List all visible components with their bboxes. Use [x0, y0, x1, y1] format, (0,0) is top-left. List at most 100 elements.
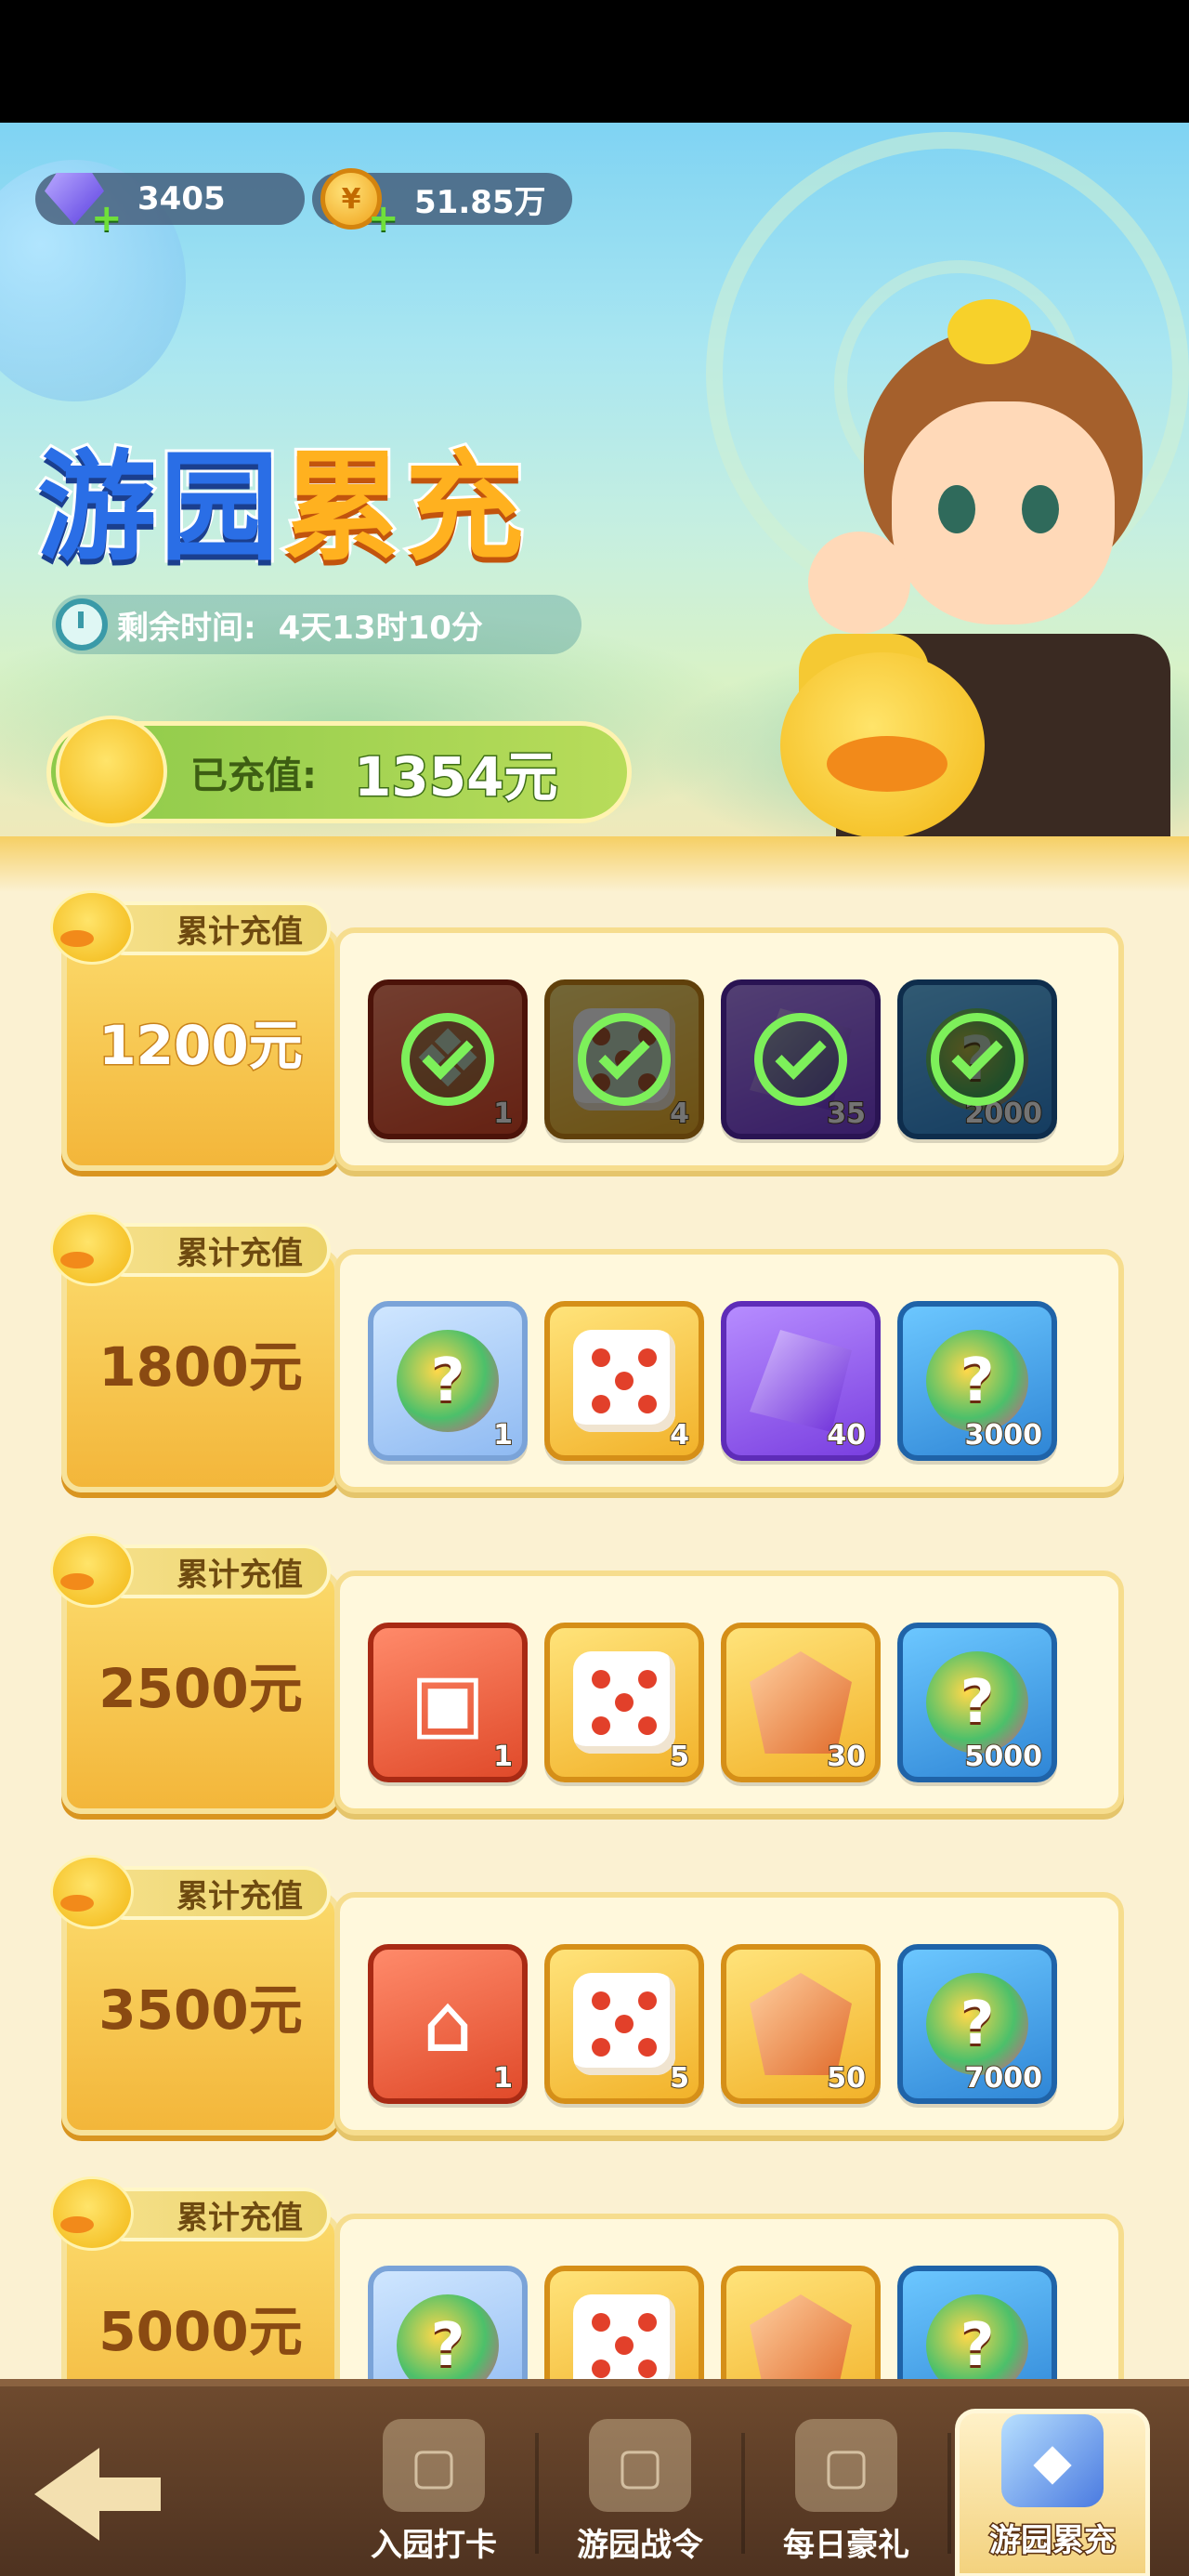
reward-item[interactable]: 5 [544, 1944, 704, 2104]
tab-checkin[interactable]: ▢ 入园打卡 [336, 2409, 531, 2576]
tier-amount: 1200元 [98, 1013, 304, 1079]
tier-amount: 5000元 [98, 2300, 303, 2363]
fire-crystal-icon [750, 1973, 852, 2075]
duck-castle-icon: ⌂ [422, 1978, 474, 2070]
tier-tag-label: 累计充值 [176, 1556, 303, 1594]
reward-quantity: 4 [669, 1097, 690, 1131]
recharge-tier: 5000元 累计充值?? [50, 2176, 1130, 2379]
reward-quantity: 3000 [964, 1418, 1043, 1452]
duck-icon [56, 716, 167, 827]
crystal-pack-icon: ? [397, 1330, 499, 1432]
reward-item[interactable]: ⌂ 1 [368, 1944, 528, 2104]
recharge-gem-icon: ◆ [1001, 2414, 1104, 2507]
gem-counter[interactable]: + 3405 [35, 173, 305, 240]
recharge-tier: 2500元 累计充值 ▣ 1 5 30 ? 5000 [50, 1533, 1130, 1820]
recharge-tier: 3500元 累计充值 ⌂ 1 5 50? 7000 [50, 1855, 1130, 2141]
reward-row: ▣ 1 5 30 ? 5000 [368, 1623, 1057, 1782]
reward-item[interactable]: 50 [721, 1944, 881, 2104]
reward-quantity: 40 [826, 1418, 867, 1452]
claimed-check-icon [931, 1013, 1024, 1106]
reward-quantity: 1 [492, 1097, 514, 1131]
tab-label: 游园累充 [988, 2521, 1117, 2561]
countdown-label: 剩余时间: [117, 609, 256, 647]
character-illustration [669, 299, 1189, 866]
event-title-part2: 累充 [280, 436, 529, 580]
reward-item[interactable]: 30 [721, 1623, 881, 1782]
reward-quantity: 35 [826, 1097, 867, 1131]
reward-quantity: 5 [669, 2061, 690, 2096]
reward-item[interactable]: ? [897, 2266, 1057, 2379]
reward-quantity: 1 [492, 2061, 514, 2096]
gem-amount: 3405 [137, 180, 226, 217]
reward-item[interactable]: ▣ 1 [368, 1623, 528, 1782]
recharged-label: 已充值: [190, 755, 317, 797]
reward-item[interactable]: ? 7000 [897, 1944, 1057, 2104]
tier-tag-label: 累计充值 [176, 913, 303, 951]
reward-quantity: 4 [669, 1418, 690, 1452]
checkin-icon: ▢ [383, 2419, 485, 2512]
mystery-ball-icon: ? [926, 2294, 1028, 2379]
tier-amount: 3500元 [98, 1978, 303, 2042]
reward-item[interactable]: ? 5000 [897, 1623, 1057, 1782]
reward-quantity: 5 [669, 1740, 690, 1774]
reward-row: ?? [368, 2266, 1057, 2379]
claimed-check-icon [401, 1013, 494, 1106]
duck-icon [50, 1533, 134, 1608]
tier-amount: 1800元 [98, 1335, 303, 1399]
daily-gift-icon: ▢ [795, 2419, 897, 2512]
reward-item[interactable]: 40 [721, 1301, 881, 1461]
reward-quantity: 5000 [964, 1740, 1043, 1774]
fire-crystal-icon [750, 1651, 852, 1754]
recharge-tier: 1200元 累计充值 ❖ 1 4 35? 2000 [50, 890, 1130, 1176]
duck-icon [50, 1855, 134, 1929]
back-arrow-icon [34, 2448, 99, 2541]
dice-icon [573, 2294, 675, 2379]
reward-row: ⌂ 1 5 50? 7000 [368, 1944, 1057, 2104]
event-title: 游园累充 [34, 411, 529, 583]
battle-pass-icon: ▢ [589, 2419, 691, 2512]
tab-recharge-gem[interactable]: ◆ 游园累充 [955, 2409, 1150, 2576]
mystery-gate-icon: ? [397, 2294, 499, 2379]
back-button[interactable] [28, 2438, 167, 2550]
reward-item[interactable]: 4 [544, 1301, 704, 1461]
mystery-ball-icon: ? [926, 1973, 1028, 2075]
reward-item[interactable]: 5 [544, 1623, 704, 1782]
event-title-part1: 游园 [34, 436, 283, 580]
claimed-check-icon [578, 1013, 671, 1106]
tab-label: 每日豪礼 [782, 2526, 910, 2565]
nav-divider [741, 2433, 745, 2554]
clock-icon [56, 598, 108, 651]
add-coins-icon[interactable]: + [368, 197, 399, 240]
reward-item[interactable]: ? 3000 [897, 1301, 1057, 1461]
countdown-value: 4天13时10分 [278, 609, 483, 647]
coin-amount: 51.85万 [414, 183, 546, 221]
countdown-timer: 剩余时间: 4天13时10分 [52, 595, 581, 654]
tab-battle-pass[interactable]: ▢ 游园战令 [542, 2409, 738, 2576]
tab-daily-gift[interactable]: ▢ 每日豪礼 [749, 2409, 944, 2576]
tier-amount: 2500元 [98, 1657, 303, 1720]
tier-tag-label: 累计充值 [176, 2199, 303, 2237]
claimed-check-icon [754, 1013, 847, 1106]
nav-divider [535, 2433, 539, 2554]
duck-icon [50, 2176, 134, 2251]
tab-label: 入园打卡 [370, 2526, 498, 2565]
recharge-tier-list[interactable]: 1200元 累计充值 ❖ 1 4 35? 2000 1800元 累计充值? 1 4 40? 3000 25… [0, 836, 1189, 2379]
fire-crystal-icon [750, 2294, 852, 2379]
add-gems-icon[interactable]: + [91, 197, 123, 240]
reward-quantity: 1 [492, 1418, 514, 1452]
dice-icon [573, 1651, 675, 1754]
dice-icon [573, 1330, 675, 1432]
reward-item[interactable] [721, 2266, 881, 2379]
dice-icon [573, 1973, 675, 2075]
reward-quantity: 1 [492, 1740, 514, 1774]
reward-quantity: 30 [826, 1740, 867, 1774]
amethyst-icon [750, 1330, 852, 1432]
reward-row: ? 1 4 40? 3000 [368, 1301, 1057, 1461]
reward-item[interactable] [544, 2266, 704, 2379]
duck-icon [50, 890, 134, 965]
reward-item[interactable]: ? [368, 2266, 528, 2379]
treasure-box-icon: ▣ [410, 1656, 486, 1749]
mystery-ball-icon: ? [926, 1330, 1028, 1432]
reward-item[interactable]: ? 1 [368, 1301, 528, 1461]
coin-counter[interactable]: ¥ + 51.85万 [312, 168, 572, 240]
